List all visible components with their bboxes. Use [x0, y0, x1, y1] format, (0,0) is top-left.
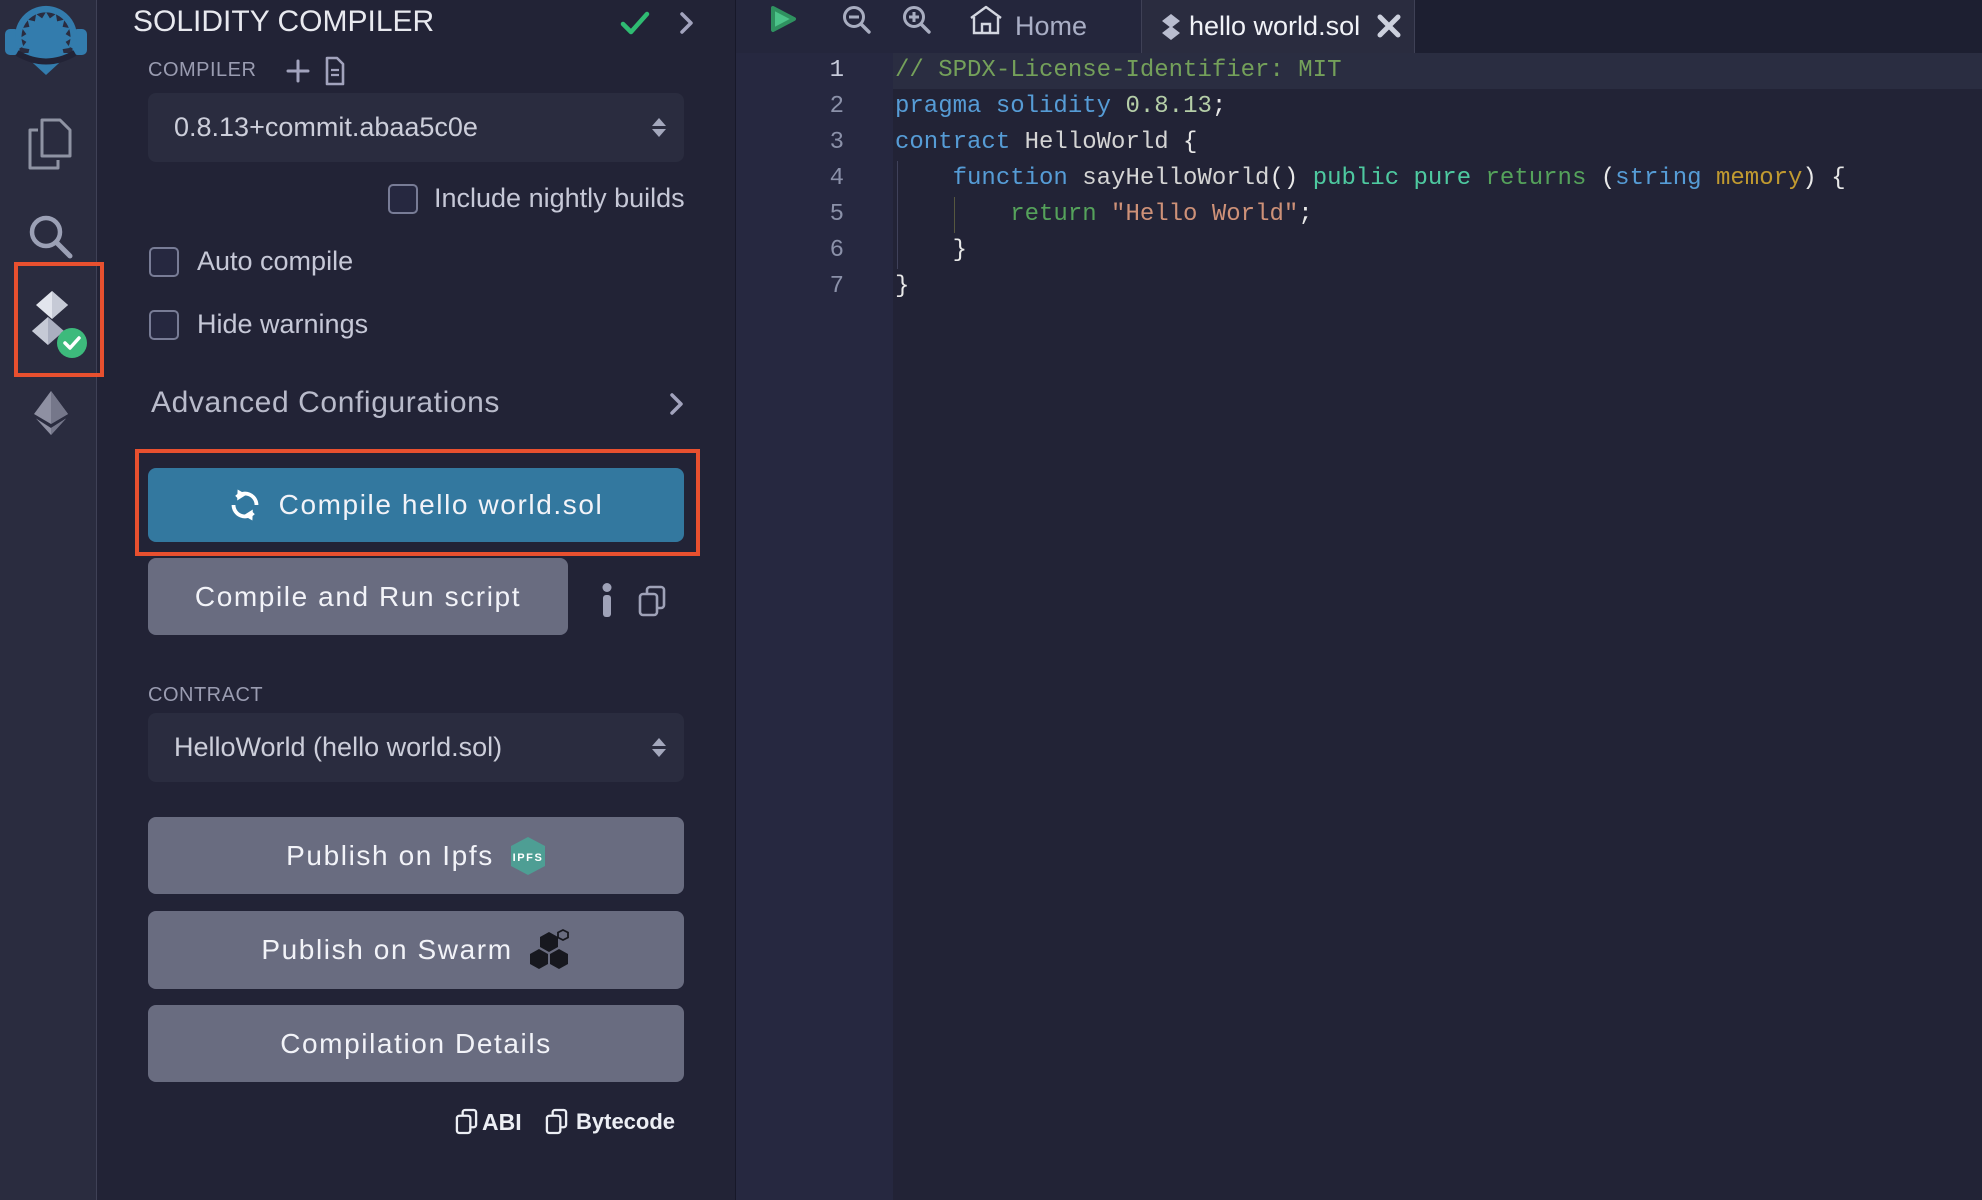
svg-text:IPFS: IPFS	[512, 852, 543, 864]
